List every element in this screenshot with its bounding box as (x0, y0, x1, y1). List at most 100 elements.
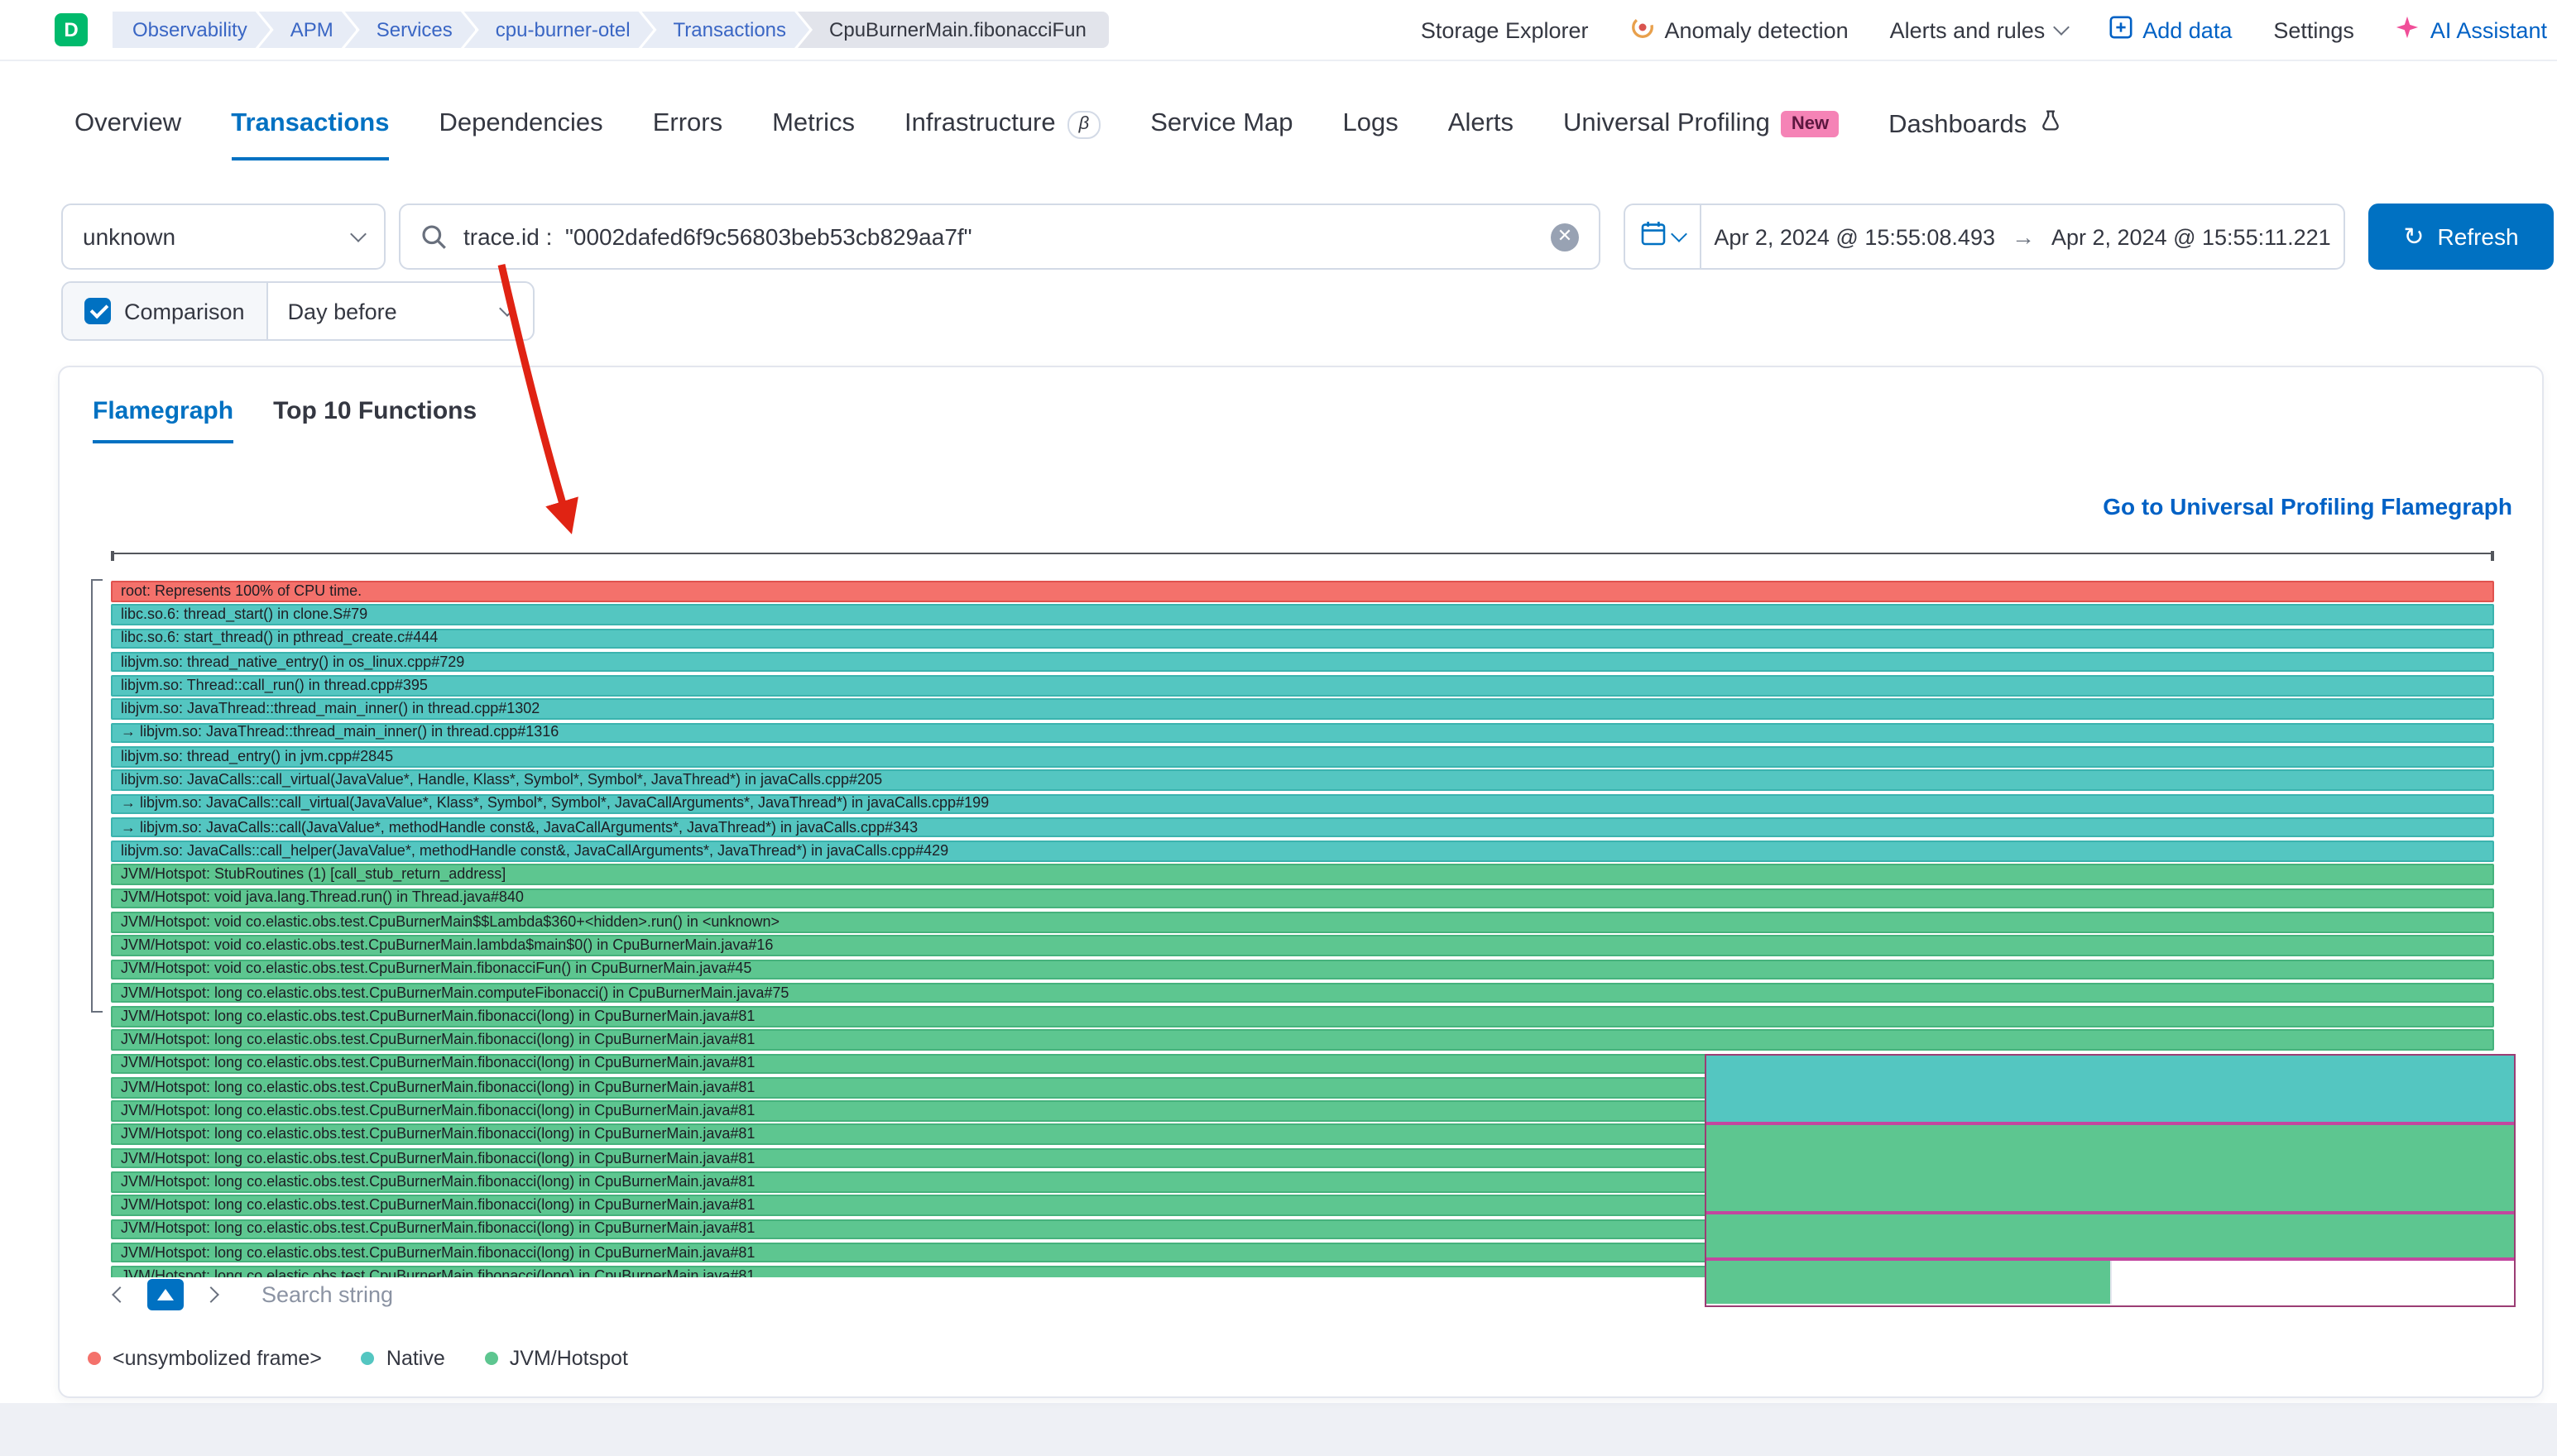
beta-badge: β (1067, 110, 1101, 138)
flame-search-input[interactable] (258, 1280, 622, 1308)
search-input[interactable] (401, 205, 1599, 268)
add-data-icon (2108, 15, 2132, 45)
settings-button[interactable]: Settings (2273, 17, 2354, 42)
anomaly-detection-button[interactable]: Anomaly detection (1630, 15, 1849, 45)
chevron-left-icon (112, 1286, 128, 1302)
flame-row-label: libjvm.so: JavaCalls::call_helper(JavaVa… (121, 842, 948, 860)
flame-row[interactable]: JVM/Hotspot: void co.elastic.obs.test.Cp… (111, 912, 2494, 932)
comparison-select[interactable]: Day before (268, 283, 533, 339)
tab-flamegraph[interactable]: Flamegraph (93, 397, 233, 443)
flame-row[interactable]: libjvm.so: JavaThread::thread_main_inner… (111, 699, 2494, 720)
comparison-control: Comparison Day before (61, 281, 535, 341)
new-badge: New (1782, 111, 1839, 137)
alerts-and-rules-button[interactable]: Alerts and rules (1890, 17, 2067, 42)
flame-row-label: JVM/Hotspot: StubRoutines (1) [call_stub… (121, 865, 506, 884)
environment-select[interactable]: unknown (61, 204, 386, 270)
date-start[interactable]: Apr 2, 2024 @ 15:55:08.493 (1714, 224, 1995, 249)
comparison-label: Comparison (124, 299, 245, 323)
flame-row-label: JVM/Hotspot: long co.elastic.obs.test.Cp… (121, 1126, 755, 1144)
zoom-row-green (1706, 1125, 2514, 1211)
breadcrumb-item[interactable]: Services (345, 12, 476, 48)
flame-row[interactable]: libjvm.so: thread_entry() in jvm.cpp#284… (111, 746, 2494, 767)
flame-row[interactable]: JVM/Hotspot: void co.elastic.obs.test.Cp… (111, 959, 2494, 979)
tab-overview[interactable]: Overview (74, 109, 181, 157)
legend-label: <unsymbolized frame> (113, 1347, 322, 1370)
zoom-row-empty-half (2110, 1261, 2514, 1304)
flame-row-label: libjvm.so: JavaThread::thread_main_inner… (121, 700, 540, 718)
tab-universal-profiling[interactable]: Universal Profiling New (1563, 109, 1839, 157)
flame-row[interactable]: libjvm.so: thread_native_entry() in os_l… (111, 652, 2494, 673)
breadcrumb-item[interactable]: CpuBurnerMain.fibonacciFun (798, 12, 1110, 48)
legend-item-native: Native (362, 1347, 445, 1370)
flame-row[interactable]: root: Represents 100% of CPU time. (111, 581, 2494, 601)
chevron-down-icon (350, 225, 367, 242)
flamegraph-zoom-overlay (1705, 1054, 2516, 1307)
arrow-right-icon: → (2012, 223, 2035, 250)
flame-row[interactable]: libjvm.so: JavaCalls::call_virtual(JavaV… (111, 770, 2494, 791)
flame-row[interactable]: libc.so.6: start_thread() in pthread_cre… (111, 628, 2494, 649)
flame-row-label: → libjvm.so: JavaCalls::call(JavaValue*,… (121, 818, 918, 836)
breadcrumb-item[interactable]: Observability (113, 12, 271, 48)
comparison-checkbox[interactable] (84, 298, 111, 324)
go-to-universal-profiling-link[interactable]: Go to Universal Profiling Flamegraph (2103, 493, 2512, 520)
tab-dependencies[interactable]: Dependencies (439, 109, 602, 157)
ai-assistant-icon (2396, 15, 2420, 45)
tab-metrics[interactable]: Metrics (772, 109, 855, 157)
flame-row[interactable]: JVM/Hotspot: void co.elastic.obs.test.Cp… (111, 935, 2494, 956)
flame-row[interactable]: JVM/Hotspot: long co.elastic.obs.test.Cp… (111, 1030, 2494, 1051)
service-nav-tabs: Overview Transactions Dependencies Error… (74, 109, 2061, 160)
tab-transactions[interactable]: Transactions (231, 109, 389, 160)
refresh-label: Refresh (2438, 223, 2519, 250)
refresh-button[interactable]: ↻ Refresh (2368, 204, 2554, 270)
date-picker: Apr 2, 2024 @ 15:55:08.493 → Apr 2, 2024… (1624, 204, 2345, 270)
next-match-button[interactable] (205, 1288, 217, 1300)
breadcrumb-item[interactable]: Transactions (642, 12, 810, 48)
flame-row-label: JVM/Hotspot: void co.elastic.obs.test.Cp… (121, 912, 780, 931)
page: D ObservabilityAPMServicescpu-burner-ote… (0, 0, 2557, 1456)
flame-row[interactable]: → libjvm.so: JavaThread::thread_main_inn… (111, 722, 2494, 743)
flame-row-label: libc.so.6: thread_start() in clone.S#79 (121, 606, 367, 624)
up-button[interactable] (147, 1278, 184, 1310)
legend-label: Native (386, 1347, 445, 1370)
tab-infrastructure[interactable]: Infrastructure β (904, 109, 1101, 157)
clear-search-icon[interactable]: ✕ (1551, 223, 1579, 251)
date-end[interactable]: Apr 2, 2024 @ 15:55:11.221 (2051, 224, 2331, 249)
flamegraph-legend: <unsymbolized frame> Native JVM/Hotspot (88, 1347, 628, 1370)
flamegraph-ruler (111, 553, 2494, 563)
add-data-button[interactable]: Add data (2108, 15, 2232, 45)
chevron-down-icon (2052, 18, 2069, 35)
flame-row[interactable]: libjvm.so: Thread::call_run() in thread.… (111, 675, 2494, 696)
tab-logs[interactable]: Logs (1343, 109, 1398, 157)
date-picker-calendar-button[interactable] (1625, 205, 1701, 268)
flame-row-label: JVM/Hotspot: long co.elastic.obs.test.Cp… (121, 1196, 755, 1214)
tab-service-map[interactable]: Service Map (1150, 109, 1293, 157)
zoom-row-partial (1706, 1261, 2514, 1304)
tab-top-10-functions[interactable]: Top 10 Functions (273, 397, 477, 443)
date-range[interactable]: Apr 2, 2024 @ 15:55:08.493 → Apr 2, 2024… (1701, 223, 2344, 250)
tab-alerts[interactable]: Alerts (1448, 109, 1514, 157)
breadcrumb-item[interactable]: cpu-burner-otel (464, 12, 654, 48)
flame-row-label: JVM/Hotspot: long co.elastic.obs.test.Cp… (121, 1220, 755, 1238)
tab-errors[interactable]: Errors (653, 109, 722, 157)
ai-assistant-button[interactable]: AI Assistant (2396, 15, 2547, 45)
legend-dot (362, 1352, 375, 1365)
previous-match-button[interactable] (114, 1288, 126, 1300)
flame-row-label: libjvm.so: JavaCalls::call_virtual(JavaV… (121, 771, 882, 789)
flame-row[interactable]: → libjvm.so: JavaCalls::call_virtual(Jav… (111, 793, 2494, 814)
flame-row[interactable]: libjvm.so: JavaCalls::call_helper(JavaVa… (111, 841, 2494, 861)
flame-row[interactable]: JVM/Hotspot: long co.elastic.obs.test.Cp… (111, 1006, 2494, 1027)
flame-row-label: libjvm.so: thread_entry() in jvm.cpp#284… (121, 748, 393, 766)
chevron-down-icon (499, 299, 516, 316)
tab-dashboards[interactable]: Dashboards (1888, 109, 2061, 159)
flame-row[interactable]: JVM/Hotspot: void java.lang.Thread.run()… (111, 888, 2494, 908)
project-logo[interactable]: D (55, 13, 88, 46)
flame-row[interactable]: JVM/Hotspot: long co.elastic.obs.test.Cp… (111, 983, 2494, 1003)
flame-row[interactable]: → libjvm.so: JavaCalls::call(JavaValue*,… (111, 817, 2494, 838)
storage-explorer-button[interactable]: Storage Explorer (1421, 17, 1589, 42)
beaker-icon (2038, 109, 2061, 141)
flame-row[interactable]: libc.so.6: thread_start() in clone.S#79 (111, 605, 2494, 625)
breadcrumb-item[interactable]: APM (259, 12, 357, 48)
flame-row[interactable]: JVM/Hotspot: StubRoutines (1) [call_stub… (111, 864, 2494, 885)
calendar-icon (1640, 219, 1667, 254)
flame-row-label: root: Represents 100% of CPU time. (121, 582, 362, 601)
